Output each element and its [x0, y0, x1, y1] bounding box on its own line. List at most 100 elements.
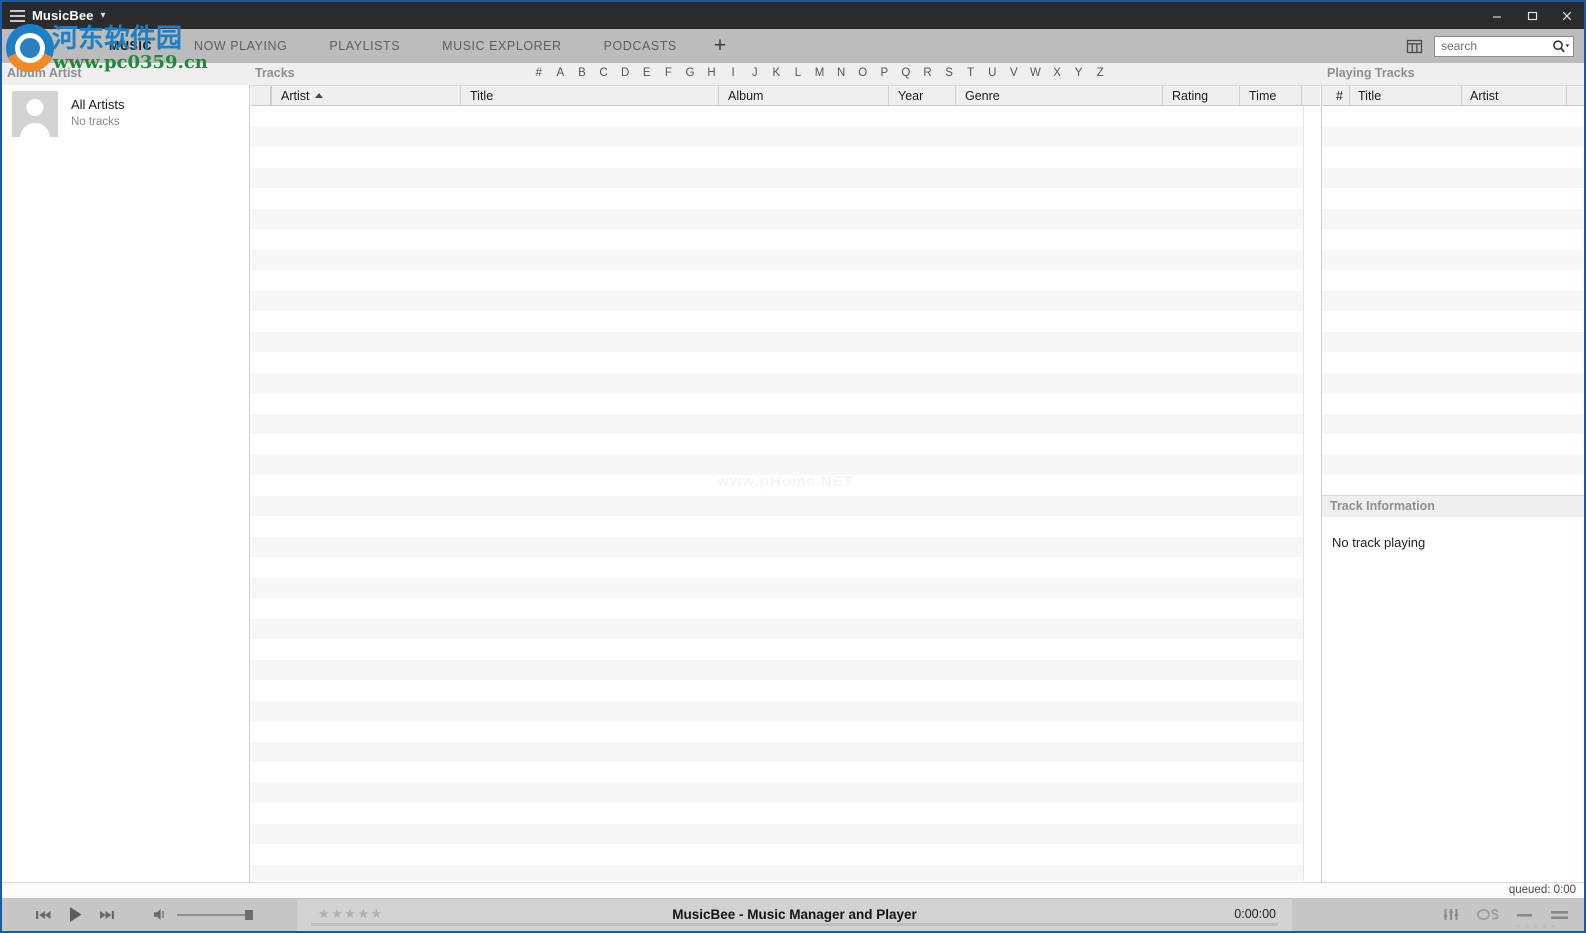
play-icon[interactable] — [60, 901, 90, 929]
alpha-jump-h[interactable]: H — [701, 67, 723, 79]
alpha-jump-s[interactable]: S — [938, 67, 960, 79]
alpha-jump-b[interactable]: B — [571, 67, 593, 79]
equalizer-icon[interactable] — [1442, 907, 1460, 922]
chevron-down-icon[interactable]: ▾ — [101, 10, 106, 21]
playing-col-title[interactable]: Title — [1350, 86, 1462, 105]
table-row[interactable] — [251, 700, 1320, 721]
table-row[interactable] — [251, 516, 1320, 537]
table-row[interactable] — [251, 864, 1320, 881]
list-item[interactable] — [1322, 188, 1584, 209]
alpha-jump-g[interactable]: G — [679, 67, 701, 79]
alpha-jump-z[interactable]: Z — [1089, 67, 1111, 79]
search-input[interactable] — [1441, 39, 1551, 53]
playing-col-index[interactable]: # — [1322, 86, 1350, 105]
tracks-col-album[interactable]: Album — [719, 86, 889, 105]
list-item[interactable] — [1322, 208, 1584, 229]
alpha-jump-l[interactable]: L — [787, 67, 809, 79]
list-item[interactable] — [1322, 126, 1584, 147]
seek-progress-bar[interactable] — [311, 923, 1278, 926]
list-item[interactable]: All Artists No tracks — [2, 85, 249, 143]
list-item[interactable] — [1322, 475, 1584, 495]
panel-layout-icon[interactable] — [1403, 35, 1425, 57]
alpha-jump-f[interactable]: F — [658, 67, 680, 79]
alpha-jump-x[interactable]: X — [1046, 67, 1068, 79]
lastfm-scrobble-icon[interactable] — [1476, 907, 1500, 922]
playing-col-artist[interactable]: Artist — [1462, 86, 1567, 105]
table-row[interactable] — [251, 208, 1320, 229]
table-row[interactable] — [251, 803, 1320, 824]
resize-grip[interactable]: - - - - - — [1516, 920, 1556, 931]
alpha-jump-p[interactable]: P — [874, 67, 896, 79]
list-item[interactable] — [1322, 167, 1584, 188]
volume-icon[interactable] — [152, 907, 169, 922]
table-row[interactable] — [251, 352, 1320, 373]
previous-track-icon[interactable] — [28, 901, 58, 929]
table-row[interactable] — [251, 229, 1320, 250]
list-item[interactable] — [1322, 249, 1584, 270]
list-item[interactable] — [1322, 413, 1584, 434]
table-row[interactable] — [251, 393, 1320, 414]
list-item[interactable] — [1322, 434, 1584, 455]
maximize-button[interactable] — [1514, 2, 1549, 29]
table-row[interactable] — [251, 844, 1320, 865]
alpha-jump-c[interactable]: C — [593, 67, 615, 79]
table-row[interactable] — [251, 577, 1320, 598]
volume-control[interactable] — [152, 907, 253, 922]
add-tab-button[interactable]: + — [698, 31, 742, 61]
alpha-jump-e[interactable]: E — [636, 67, 658, 79]
table-row[interactable] — [251, 249, 1320, 270]
alpha-jump-n[interactable]: N — [830, 67, 852, 79]
table-row[interactable] — [251, 659, 1320, 680]
search-icon[interactable] — [1551, 39, 1570, 54]
list-item[interactable] — [1322, 147, 1584, 168]
alpha-jump-y[interactable]: Y — [1068, 67, 1090, 79]
minimize-button[interactable] — [1479, 2, 1514, 29]
alpha-jump-a[interactable]: A — [550, 67, 572, 79]
list-item[interactable] — [1322, 106, 1584, 127]
tab-music[interactable]: MUSIC — [88, 29, 173, 63]
table-row[interactable] — [251, 680, 1320, 701]
table-row[interactable] — [251, 721, 1320, 742]
list-item[interactable] — [1322, 393, 1584, 414]
list-item[interactable] — [1322, 270, 1584, 291]
table-row[interactable] — [251, 495, 1320, 516]
minus-icon[interactable] — [1516, 909, 1534, 921]
table-row[interactable] — [251, 434, 1320, 455]
tracks-col-time[interactable]: Time — [1240, 86, 1302, 105]
search-box[interactable] — [1434, 35, 1574, 57]
hamburger-menu-icon[interactable] — [2, 2, 28, 29]
table-row[interactable] — [251, 557, 1320, 578]
list-item[interactable] — [1322, 352, 1584, 373]
table-row[interactable] — [251, 823, 1320, 844]
tracks-col-title[interactable]: Title — [461, 86, 719, 105]
alpha-jump-q[interactable]: Q — [895, 67, 917, 79]
alpha-jump-t[interactable]: T — [960, 67, 982, 79]
tracks-row-area[interactable]: www.pHome.NET — [251, 106, 1320, 881]
alpha-jump-u[interactable]: U — [981, 67, 1003, 79]
tracks-col-rating[interactable]: Rating — [1163, 86, 1240, 105]
table-row[interactable] — [251, 167, 1320, 188]
table-row[interactable] — [251, 475, 1320, 496]
list-item[interactable] — [1322, 372, 1584, 393]
tracks-col-year[interactable]: Year — [889, 86, 956, 105]
list-item[interactable] — [1322, 454, 1584, 475]
list-item[interactable] — [1322, 311, 1584, 332]
alpha-jump-k[interactable]: K — [766, 67, 788, 79]
table-row[interactable] — [251, 454, 1320, 475]
alpha-jump-i[interactable]: I — [722, 67, 744, 79]
table-row[interactable] — [251, 413, 1320, 434]
list-item[interactable] — [1322, 290, 1584, 311]
table-row[interactable] — [251, 290, 1320, 311]
tracks-scrollbar[interactable] — [1303, 106, 1320, 881]
table-row[interactable] — [251, 270, 1320, 291]
table-row[interactable] — [251, 598, 1320, 619]
volume-slider-handle[interactable] — [245, 909, 253, 920]
table-row[interactable] — [251, 372, 1320, 393]
tracks-col-artist[interactable]: Artist — [271, 86, 461, 105]
close-button[interactable] — [1549, 2, 1584, 29]
alpha-jump-m[interactable]: M — [809, 67, 831, 79]
table-row[interactable] — [251, 331, 1320, 352]
tracks-col-genre[interactable]: Genre — [956, 86, 1163, 105]
tab-music-explorer[interactable]: MUSIC EXPLORER — [421, 29, 583, 63]
table-row[interactable] — [251, 147, 1320, 168]
